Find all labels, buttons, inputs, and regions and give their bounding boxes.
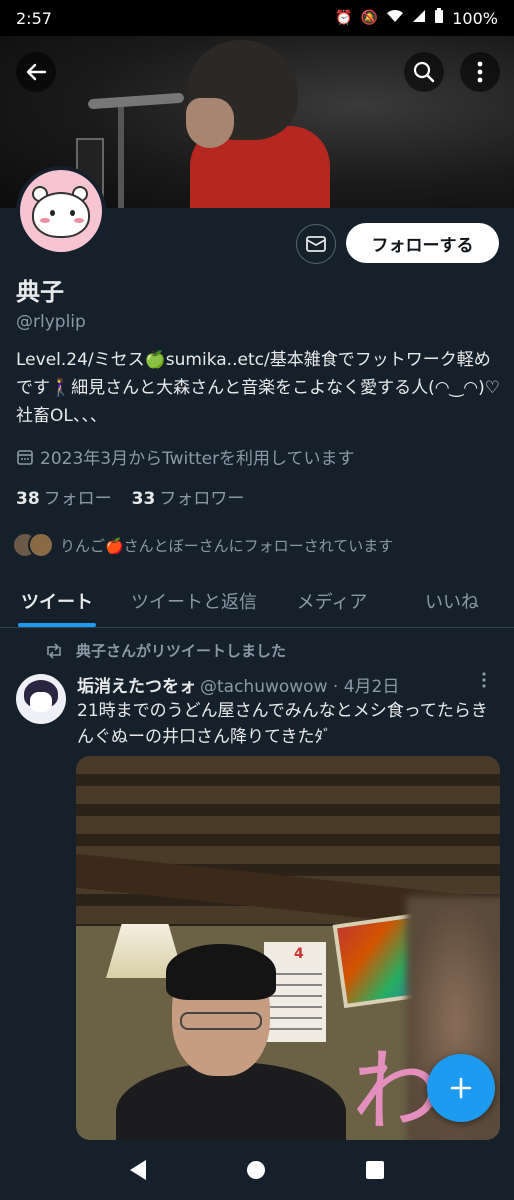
- tab-likes[interactable]: いいね: [390, 574, 514, 627]
- profile-name: 典子: [16, 278, 64, 306]
- mail-icon: [306, 236, 326, 252]
- following-label: フォロー: [43, 489, 112, 509]
- retweeted-by-text: 典子さんがリツイートしました: [76, 642, 287, 660]
- wifi-icon: [386, 9, 404, 27]
- profile-tabs: ツイート ツイートと返信 メディア いいね: [0, 574, 514, 628]
- message-button[interactable]: [296, 224, 336, 264]
- retweet-indicator: 典子さんがリツイートしました: [44, 640, 286, 661]
- followers-you-know[interactable]: りんご🍎さんとぼーさんにフォローされています: [12, 532, 393, 558]
- profile-bio: Level.24/ミセス🍏sumika..etc/基本雑食でフットワーク軽めです…: [16, 350, 501, 426]
- following-count: 38: [16, 489, 40, 509]
- tweet-author-avatar[interactable]: [16, 674, 66, 724]
- follow-counts: 38 フォロー 33 フォロワー: [16, 484, 244, 509]
- calendar-icon: [17, 449, 33, 465]
- status-time: 2:57: [16, 8, 52, 28]
- followers-label: フォロワー: [159, 489, 245, 509]
- more-vertical-icon: [482, 672, 486, 688]
- alarm-icon: ⏰: [335, 10, 353, 26]
- nav-recents-icon[interactable]: [365, 1161, 384, 1179]
- status-bar: 2:57 ⏰ 🔕 100%: [0, 0, 514, 36]
- back-button[interactable]: [16, 52, 56, 92]
- battery-percent: 100%: [452, 8, 498, 28]
- tweet-header: 垢消えたつをォ @tachuwowow · 4月2日: [77, 672, 477, 697]
- more-vertical-icon: [477, 61, 483, 83]
- profile-avatar[interactable]: [16, 166, 106, 256]
- profile-handle: @rlyplip: [16, 312, 86, 332]
- tab-tweets[interactable]: ツイート: [0, 574, 114, 627]
- plus-icon: [450, 1077, 472, 1099]
- calendar-month: 4: [294, 946, 304, 962]
- mute-icon: 🔕: [360, 10, 379, 26]
- followers-link[interactable]: 33 フォロワー: [132, 484, 245, 509]
- arrow-left-icon: [26, 63, 47, 81]
- glasses: [180, 1012, 262, 1030]
- followers-you-know-text: りんご🍎さんとぼーさんにフォローされています: [60, 536, 394, 555]
- more-options-button[interactable]: [460, 52, 500, 92]
- joined-date: 2023年3月からTwitterを利用しています: [16, 444, 355, 469]
- tweet-text: 21時までのうどん屋さんでみんなとメシ食ってたらきんぐぬーの井口さん降りてきたﾀ…: [77, 701, 488, 747]
- follow-button[interactable]: フォローする: [346, 223, 499, 263]
- mutual-avatar: [28, 532, 54, 558]
- search-button[interactable]: [404, 52, 444, 92]
- compose-tweet-button[interactable]: [427, 1054, 495, 1122]
- signal-icon: [412, 9, 426, 27]
- retweet-icon: [47, 642, 61, 659]
- nav-back-icon[interactable]: [130, 1160, 147, 1180]
- tweet-author-name[interactable]: 垢消えたつをォ: [77, 672, 196, 697]
- nav-home-icon[interactable]: [246, 1161, 265, 1179]
- following-link[interactable]: 38 フォロー: [16, 484, 112, 509]
- battery-icon: [434, 8, 444, 28]
- tab-media[interactable]: メディア: [274, 574, 390, 627]
- tweet-more-button[interactable]: [482, 672, 486, 693]
- search-icon: [413, 61, 435, 83]
- followers-count: 33: [131, 489, 156, 509]
- system-nav-bar: [0, 1140, 514, 1200]
- tweet-author-meta: @tachuwowow · 4月2日: [200, 677, 400, 697]
- joined-text: 2023年3月からTwitterを利用しています: [40, 449, 355, 469]
- mutual-avatars: [12, 532, 54, 558]
- tab-tweets-replies[interactable]: ツイートと返信: [114, 574, 274, 627]
- status-icons: ⏰ 🔕 100%: [335, 8, 498, 28]
